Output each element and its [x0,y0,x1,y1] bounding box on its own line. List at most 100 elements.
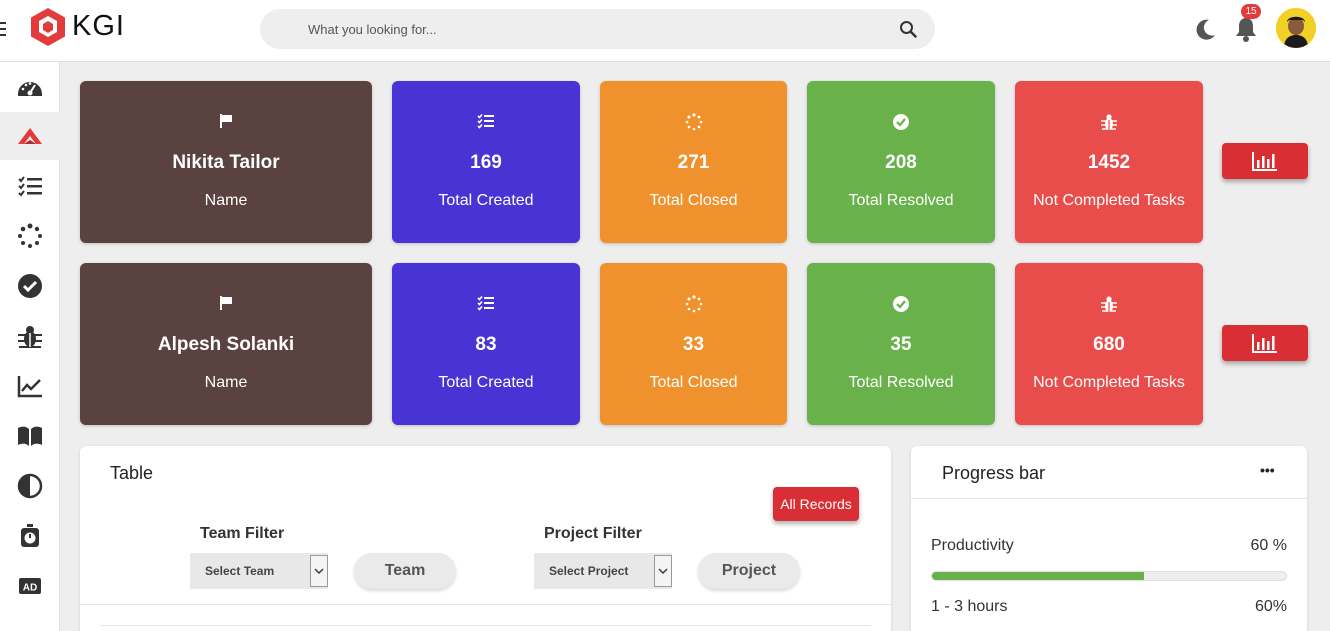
bar-chart-icon [1252,152,1277,171]
total-created-value: 169 [470,152,502,173]
logo-text[interactable]: KGI [72,10,125,43]
avatar[interactable] [1276,8,1316,48]
total-closed-label: Total Closed [649,374,738,391]
sidebar-item-docs[interactable] [0,412,60,460]
bell-icon[interactable] [1233,15,1259,43]
flag-icon [220,114,232,128]
total-created-card[interactable]: 83 Total Created [392,263,580,425]
moon-icon[interactable] [1192,17,1218,43]
table-panel: Table All Records Team Filter Select Tea… [80,446,891,631]
divider [911,498,1307,499]
flag-icon [220,296,232,310]
task-list-icon [477,113,494,129]
all-records-button[interactable]: All Records [773,487,859,521]
top-header: KGI 15 [0,0,1330,62]
search-icon[interactable] [899,20,917,38]
sidebar-item-home[interactable] [0,112,60,160]
not-completed-label: Not Completed Tasks [1033,192,1185,209]
task-list-icon [18,176,42,197]
book-icon [18,426,42,446]
hamburger-menu-icon[interactable] [0,22,6,38]
check-circle-icon [893,114,909,130]
ad-icon: AD [19,578,41,594]
search-bar [260,9,935,49]
total-resolved-card[interactable]: 208 Total Resolved [807,81,995,243]
total-created-label: Total Created [438,374,534,391]
avatar-image [1276,8,1316,48]
project-select-value: Select Project [549,564,629,578]
team-select-value: Select Team [205,564,275,578]
total-created-card[interactable]: 169 Total Created [392,81,580,243]
kgi-logo-icon[interactable] [28,6,68,48]
sidebar-item-reports[interactable] [0,362,60,410]
check-circle-icon [18,274,42,298]
progress-label: 1 - 3 hours [931,598,1008,615]
not-completed-card[interactable]: 680 Not Completed Tasks [1015,263,1203,425]
total-resolved-card[interactable]: 35 Total Resolved [807,263,995,425]
total-resolved-label: Total Resolved [848,374,954,391]
bug-icon [18,326,42,348]
team-select[interactable]: Select Team [190,553,328,589]
total-created-value: 83 [475,334,497,355]
progress-label: Productivity [931,537,1014,554]
total-resolved-value: 208 [885,152,917,173]
name-label: Name [204,374,248,391]
search-input[interactable] [308,9,888,49]
total-closed-card[interactable]: 33 Total Closed [600,263,787,425]
user-name: Alpesh Solanki [157,334,295,355]
dashboard-gauge-icon [18,82,42,96]
svg-text:AD: AD [23,583,37,594]
bar-chart-icon [1252,334,1277,353]
spinner-dots-icon [685,113,702,131]
project-filter-label: Project Filter [544,525,642,542]
user-name: Nikita Tailor [172,152,280,173]
not-completed-card[interactable]: 1452 Not Completed Tasks [1015,81,1203,243]
sidebar-item-timer[interactable] [0,512,60,560]
progress-fill [932,572,1145,580]
trend-chart-icon [17,376,42,398]
contrast-icon [17,473,43,499]
check-circle-icon [893,296,909,312]
team-filter-label: Team Filter [200,525,285,542]
logo-chevron-icon [18,128,42,144]
sidebar-item-bugs[interactable] [0,312,60,360]
table-panel-title: Table [110,463,154,483]
total-closed-label: Total Closed [649,192,738,209]
name-label: Name [204,192,248,209]
chevron-down-icon [654,555,672,587]
bug-icon [1101,114,1117,130]
progress-value: 60% [1254,598,1287,615]
sidebar-item-tasks[interactable] [0,162,60,210]
sidebar-item-in-progress[interactable] [0,212,60,260]
progress-value: 60 % [1250,537,1287,554]
project-select[interactable]: Select Project [534,553,672,589]
divider [80,604,891,605]
bug-icon [1101,296,1117,312]
spinner-dots-icon [18,223,42,248]
sidebar: AD [0,62,60,631]
more-options-icon[interactable]: ••• [1260,462,1275,478]
divider [100,625,871,626]
view-chart-button[interactable] [1222,143,1308,179]
total-closed-value: 33 [682,334,705,355]
total-closed-card[interactable]: 271 Total Closed [600,81,787,243]
sidebar-item-ads[interactable]: AD [0,562,60,610]
team-button[interactable]: Team [354,553,456,589]
total-resolved-label: Total Resolved [848,192,954,209]
project-button[interactable]: Project [698,553,800,589]
not-completed-value: 680 [1093,334,1125,355]
name-card[interactable]: Alpesh Solanki Name [80,263,372,425]
name-card[interactable]: Nikita Tailor Name [80,81,372,243]
sidebar-item-dashboard[interactable] [0,64,60,112]
stopwatch-icon [21,524,39,547]
total-created-label: Total Created [438,192,534,209]
spinner-dots-icon [685,295,702,313]
sidebar-item-resolved[interactable] [0,262,60,310]
not-completed-label: Not Completed Tasks [1033,374,1185,391]
view-chart-button[interactable] [1222,325,1308,361]
task-list-icon [477,295,494,311]
sidebar-item-theme[interactable] [0,462,60,510]
chevron-down-icon [310,555,328,587]
not-completed-value: 1452 [1087,152,1131,173]
progress-panel-title: Progress bar [942,463,1046,483]
